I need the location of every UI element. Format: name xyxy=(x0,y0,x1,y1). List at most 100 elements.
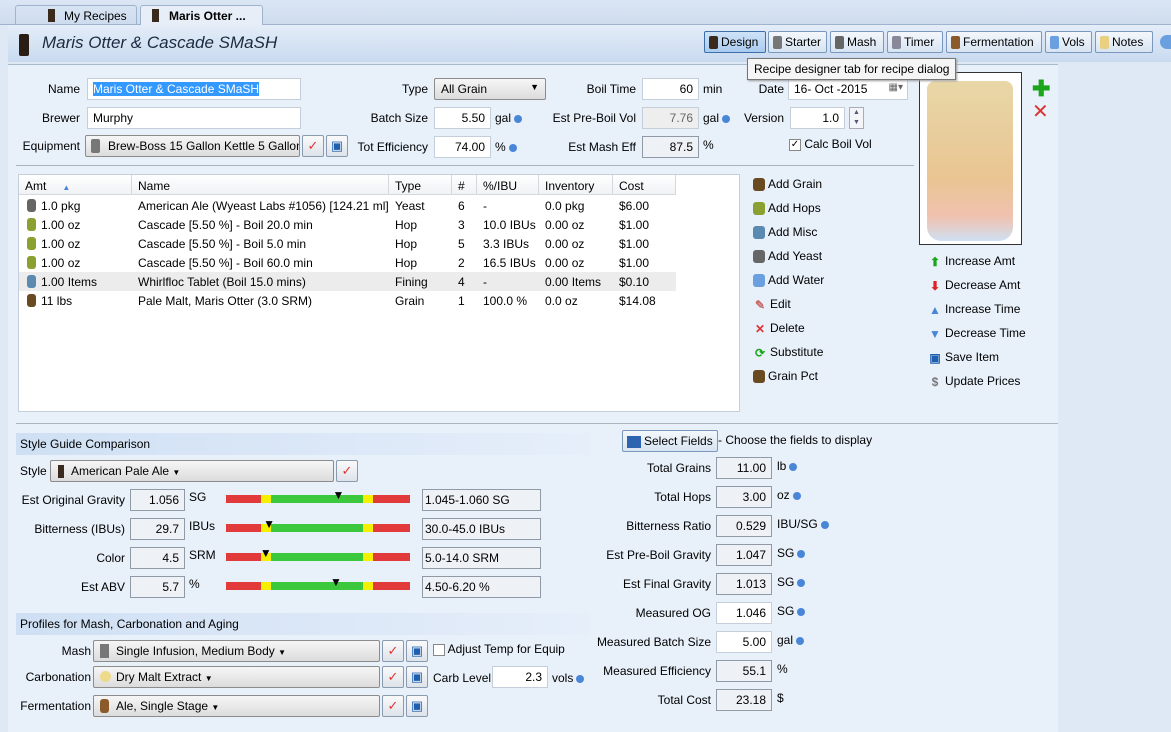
edit-mash-button[interactable]: ✓ xyxy=(382,640,404,662)
toolbar-design-button[interactable]: Design xyxy=(704,31,766,53)
ingredients-table[interactable]: Amt ▲ Name Type # %/IBU Inventory Cost 1.0 pkg Am… xyxy=(18,174,740,412)
help-icon[interactable] xyxy=(1160,35,1171,49)
select-fields-button[interactable]: Select Fields xyxy=(622,430,718,452)
fermentation-combo[interactable]: Ale, Single Stage ▼ xyxy=(93,695,380,717)
grain-icon xyxy=(753,370,765,384)
style-value-marker: ▼ xyxy=(263,517,276,531)
info-dot-icon[interactable] xyxy=(514,114,523,123)
hop-icon xyxy=(27,237,36,250)
mash-combo[interactable]: Single Infusion, Medium Body ▼ xyxy=(93,640,380,662)
info-dot-icon[interactable] xyxy=(797,549,806,558)
column-header-3[interactable]: Type xyxy=(389,175,452,195)
info-dot-icon[interactable] xyxy=(797,578,806,587)
tab-recipe[interactable]: Maris Otter ... × xyxy=(140,5,263,37)
mash-tun-icon xyxy=(100,644,109,658)
preboil-vol-label: Est Pre-Boil Vol xyxy=(552,111,636,125)
remove-icon[interactable]: ✕ xyxy=(1032,99,1049,124)
date-field[interactable]: 16- Oct -2015 ▦▾ xyxy=(788,78,908,100)
toolbar-mash-button[interactable]: Mash xyxy=(830,31,884,53)
edit-fermentation-button[interactable]: ✓ xyxy=(382,695,404,717)
save-mash-button[interactable]: ▣ xyxy=(406,640,428,662)
cell-pct: 16.5 IBUs xyxy=(483,256,536,270)
beer-color-preview xyxy=(919,72,1022,245)
add-misc-button[interactable]: Add Misc xyxy=(753,225,817,240)
equipment-combo[interactable]: Brew-Boss 15 Gallon Kettle 5 Gallon Batc… xyxy=(85,135,300,157)
tooltip: Recipe designer tab for recipe dialog xyxy=(747,58,957,80)
info-dot-icon[interactable] xyxy=(722,114,731,123)
increase-amt-button[interactable]: ⬆ Increase Amt xyxy=(928,254,1015,269)
column-header-1[interactable]: Amt ▲ xyxy=(19,175,132,195)
efficiency-field[interactable]: 74.00 xyxy=(434,136,491,158)
table-row[interactable]: 1.00 oz Cascade [5.50 %] - Boil 5.0 min Ho… xyxy=(19,234,676,253)
save-item-button[interactable]: ▣ Save Item xyxy=(928,350,999,365)
save-carbonation-button[interactable]: ▣ xyxy=(406,666,428,688)
info-dot-icon[interactable] xyxy=(797,607,806,616)
unit-label: SG xyxy=(777,575,795,589)
grain-pct-button[interactable]: Grain Pct xyxy=(753,369,818,384)
toolbar-vols-button[interactable]: Vols xyxy=(1045,31,1092,53)
info-dot-icon[interactable] xyxy=(796,636,805,645)
toolbar-timer-button[interactable]: Timer xyxy=(887,31,943,53)
checkbox-icon[interactable]: ✓ xyxy=(789,138,801,151)
toolbar-starter-button[interactable]: Starter xyxy=(768,31,827,53)
adjust-temp-checkbox[interactable]: Adjust Temp for Equip xyxy=(433,642,565,656)
boil-time-field[interactable]: 60 xyxy=(642,78,699,100)
edit-carbonation-button[interactable]: ✓ xyxy=(382,666,404,688)
info-dot-icon[interactable] xyxy=(820,520,829,529)
calc-boil-vol-checkbox[interactable]: ✓ Calc Boil Vol xyxy=(789,137,872,151)
increase-time-button[interactable]: ▲ Increase Time xyxy=(928,302,1020,317)
name-field[interactable]: Maris Otter & Cascade SMaSH xyxy=(87,78,301,100)
add-water-button[interactable]: Add Water xyxy=(753,273,824,288)
tab-my-recipes[interactable]: My Recipes xyxy=(15,5,137,25)
checkbox-icon[interactable] xyxy=(433,643,445,656)
edit-equipment-button[interactable]: ✓ xyxy=(302,135,324,157)
add-hops-button[interactable]: Add Hops xyxy=(753,201,821,216)
table-row[interactable]: 11 lbs Pale Malt, Maris Otter (3.0 SRM) Gr… xyxy=(19,291,676,310)
column-header-4[interactable]: # xyxy=(452,175,477,195)
table-row[interactable]: 1.00 Items Whirlfloc Tablet (Boil 15.0 mi… xyxy=(19,272,676,291)
carb-level-field[interactable]: 2.3 xyxy=(492,666,548,688)
clock-icon xyxy=(892,36,901,50)
type-combo[interactable]: All Grain ▼ xyxy=(434,78,546,100)
table-row[interactable]: 1.00 oz Cascade [5.50 %] - Boil 20.0 min H… xyxy=(19,215,676,234)
efficiency-unit: % xyxy=(495,140,517,154)
unit-label: gal xyxy=(703,111,720,125)
column-header-2[interactable]: Name xyxy=(132,175,389,195)
update-prices-button[interactable]: $ Update Prices xyxy=(928,374,1021,389)
column-header-5[interactable]: %/IBU xyxy=(477,175,539,195)
add-yeast-button[interactable]: Add Yeast xyxy=(753,249,823,264)
substitute-button[interactable]: ⟳ Substitute xyxy=(753,345,823,360)
edit-button[interactable]: ✎ Edit xyxy=(753,297,791,312)
action-label: Add Yeast xyxy=(768,249,823,263)
column-header-7[interactable]: Cost xyxy=(613,175,676,195)
batch-size-field[interactable]: 5.50 xyxy=(434,107,491,129)
info-dot-icon[interactable] xyxy=(508,143,517,152)
stat-value[interactable]: 5.00 xyxy=(716,631,772,653)
toolbar-fermentation-button[interactable]: Fermentation xyxy=(946,31,1042,53)
save-fermentation-button[interactable]: ▣ xyxy=(406,695,428,717)
info-dot-icon[interactable] xyxy=(792,491,801,500)
version-field[interactable]: 1.0 xyxy=(790,107,845,129)
table-row[interactable]: 1.0 pkg American Ale (Wyeast Labs #1056) … xyxy=(19,196,676,215)
decrease-amt-button[interactable]: ⬇ Decrease Amt xyxy=(928,278,1020,293)
stat-value[interactable]: 1.046 xyxy=(716,602,772,624)
cell-type: Grain xyxy=(395,294,425,308)
add-grain-button[interactable]: Add Grain xyxy=(753,177,822,192)
bar-green-range xyxy=(271,495,363,503)
brewer-field[interactable]: Murphy xyxy=(87,107,301,129)
edit-style-button[interactable]: ✓ xyxy=(336,460,358,482)
button-label: Timer xyxy=(904,35,935,49)
stat-value: 3.00 xyxy=(716,486,772,508)
decrease-time-button[interactable]: ▼ Decrease Time xyxy=(928,326,1026,341)
action-label: Increase Time xyxy=(945,302,1021,316)
delete-button[interactable]: ✕ Delete xyxy=(753,321,805,336)
style-combo[interactable]: American Pale Ale ▼ xyxy=(50,460,334,482)
toolbar-notes-button[interactable]: Notes xyxy=(1095,31,1153,53)
table-row[interactable]: 1.00 oz Cascade [5.50 %] - Boil 60.0 min H… xyxy=(19,253,676,272)
carbonation-combo[interactable]: Dry Malt Extract ▼ xyxy=(93,666,380,688)
version-spinner[interactable]: ▲ ▼ xyxy=(849,107,864,129)
column-header-6[interactable]: Inventory xyxy=(539,175,613,195)
info-dot-icon[interactable] xyxy=(789,462,798,471)
select-fields-icon xyxy=(627,435,641,448)
calendar-icon[interactable]: ▦▾ xyxy=(889,82,903,93)
